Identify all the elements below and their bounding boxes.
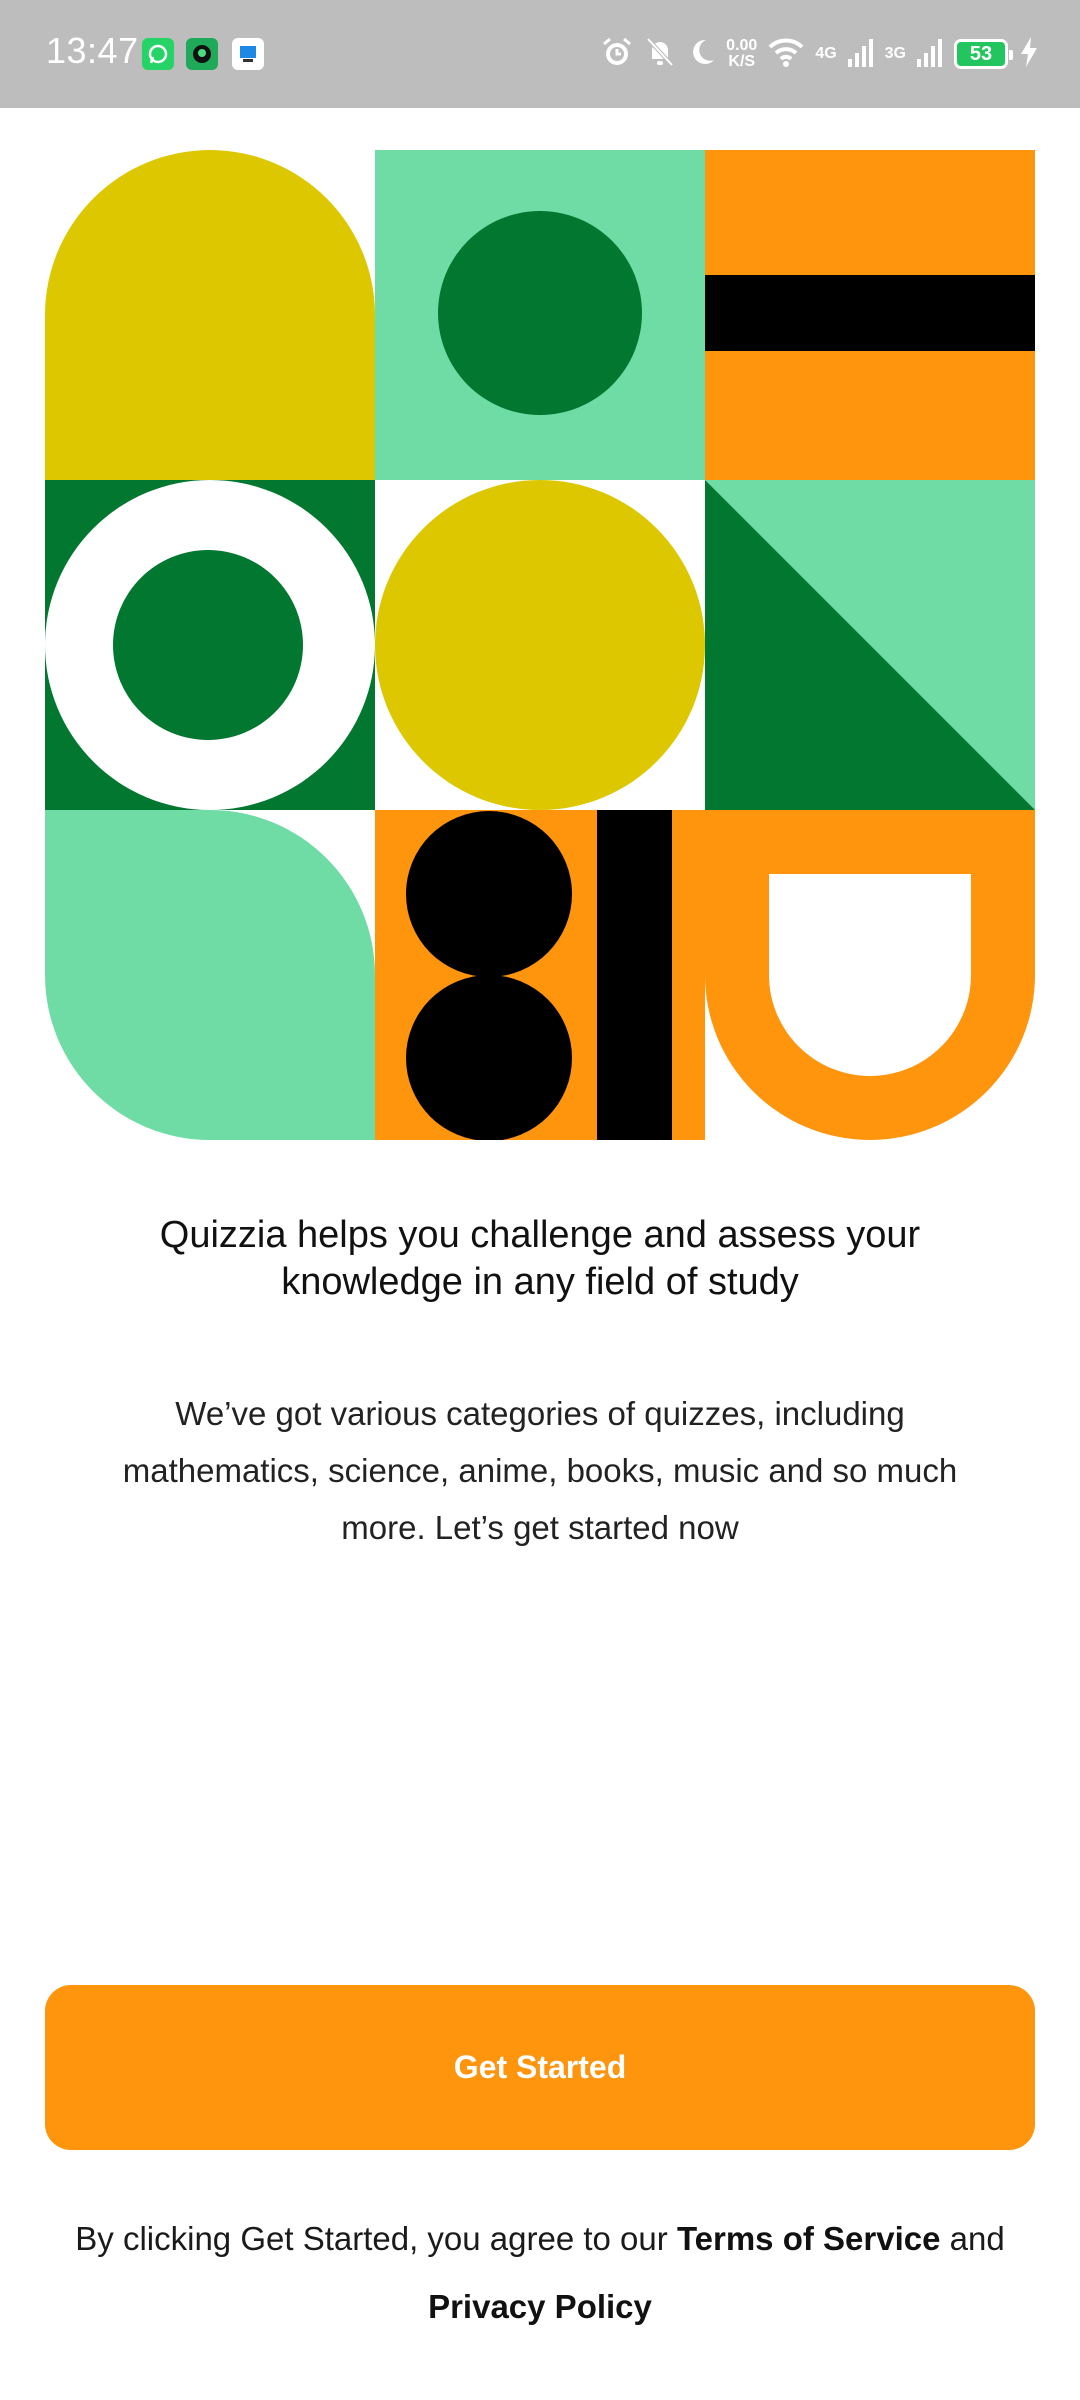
terms-of-service-link[interactable]: Terms of Service: [677, 2220, 941, 2257]
legal-prefix: By clicking Get Started, you agree to ou…: [75, 2220, 668, 2257]
app-icon: [232, 38, 264, 70]
get-started-button[interactable]: Get Started: [45, 1985, 1035, 2150]
wifi-icon: [767, 36, 805, 73]
battery-indicator: 53: [954, 39, 1013, 69]
onboarding-screen: 13:47 0.00 K/S 4G 3G 53 Quizzia helps yo…: [0, 0, 1080, 2400]
network-label-4g: 4G: [815, 45, 837, 62]
tile-orange-dots: [375, 810, 705, 1140]
tile-yellow-circle: [375, 480, 705, 810]
legal-and: and: [949, 2220, 1005, 2257]
hero-illustration: [45, 150, 1035, 1140]
network-label-3g: 3G: [884, 45, 906, 62]
status-right-group: 0.00 K/S 4G 3G 53: [600, 30, 1040, 78]
signal-icon: [847, 37, 875, 72]
description: We’ve got various categories of quizzes,…: [122, 1395, 958, 1546]
tile-mint-circle: [375, 150, 705, 480]
tile-green-ring: [45, 480, 375, 810]
network-speed-value: 0.00: [726, 37, 758, 54]
tile-triangle: [705, 480, 1035, 810]
moon-icon: [686, 36, 716, 73]
tile-orange-stripe: [705, 150, 1035, 480]
signal-icon: [916, 37, 944, 72]
battery-level: 53: [969, 42, 993, 65]
tile-yellow-arch: [45, 150, 375, 480]
network-speed: 0.00 K/S: [726, 38, 757, 70]
network-speed-unit: K/S: [728, 53, 756, 70]
headline: Quizzia helps you challenge and assess y…: [159, 1214, 921, 1303]
app-icon: [186, 38, 218, 70]
muted-bell-icon: [644, 35, 676, 74]
legal-notice: By clicking Get Started, you agree to ou…: [40, 2205, 1040, 2341]
whatsapp-icon: [142, 38, 174, 70]
alarm-icon: [600, 35, 634, 74]
get-started-label: Get Started: [453, 2049, 627, 2085]
status-bar: 13:47 0.00 K/S 4G 3G 53: [0, 0, 1080, 108]
status-time: 13:47: [46, 30, 139, 71]
charging-bolt-icon: [1018, 36, 1040, 73]
privacy-policy-link[interactable]: Privacy Policy: [428, 2288, 652, 2325]
tile-orange-u: [705, 810, 1035, 1140]
tile-mint-quarter: [45, 810, 375, 1140]
